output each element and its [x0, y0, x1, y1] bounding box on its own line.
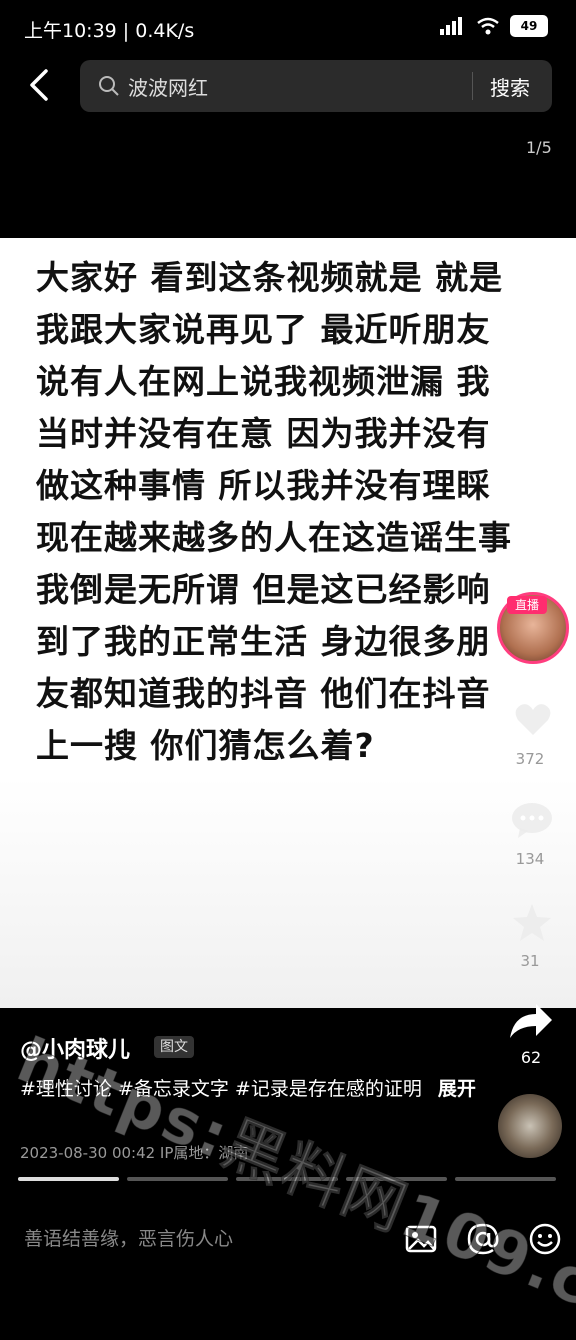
status-icons: 49 — [440, 15, 548, 37]
heart-icon[interactable] — [513, 700, 553, 740]
note-text: 大家好 看到这条视频就是 就是我跟大家说再见了 最近听朋友说有人在网上说我视频泄… — [36, 258, 512, 765]
star-icon[interactable] — [510, 902, 554, 944]
progress-segment — [18, 1177, 120, 1181]
expand-button[interactable]: 展开 — [438, 1078, 476, 1100]
search-divider — [472, 72, 473, 100]
music-disc-avatar[interactable] — [498, 1094, 562, 1158]
signal-icon — [440, 17, 462, 35]
post-type-badge: 图文 — [154, 1036, 194, 1058]
progress-segment — [127, 1177, 229, 1181]
comment-count: 134 — [515, 850, 545, 868]
share-icon[interactable] — [508, 1002, 554, 1042]
status-bar: 上午10:39 | 0.4K/s 49 — [0, 0, 576, 56]
battery-icon: 49 — [510, 15, 548, 37]
status-time-speed: 上午10:39 | 0.4K/s — [24, 20, 195, 42]
search-button[interactable]: 搜索 — [490, 72, 530, 101]
page-indicator: 1/5 — [526, 138, 552, 157]
share-count: 62 — [520, 1048, 542, 1067]
progress-segment — [454, 1177, 557, 1181]
live-badge: 直播 — [507, 596, 547, 614]
wifi-icon — [477, 17, 499, 35]
comment-icon[interactable] — [510, 800, 554, 840]
comment-input[interactable]: 善语结善缘，恶言伤人心 — [24, 1224, 233, 1251]
favorite-count: 31 — [520, 952, 540, 970]
like-count: 372 — [515, 750, 545, 768]
back-arrow-icon[interactable] — [26, 68, 54, 102]
search-input[interactable]: 波波网红 — [128, 72, 208, 101]
search-icon — [99, 76, 119, 96]
